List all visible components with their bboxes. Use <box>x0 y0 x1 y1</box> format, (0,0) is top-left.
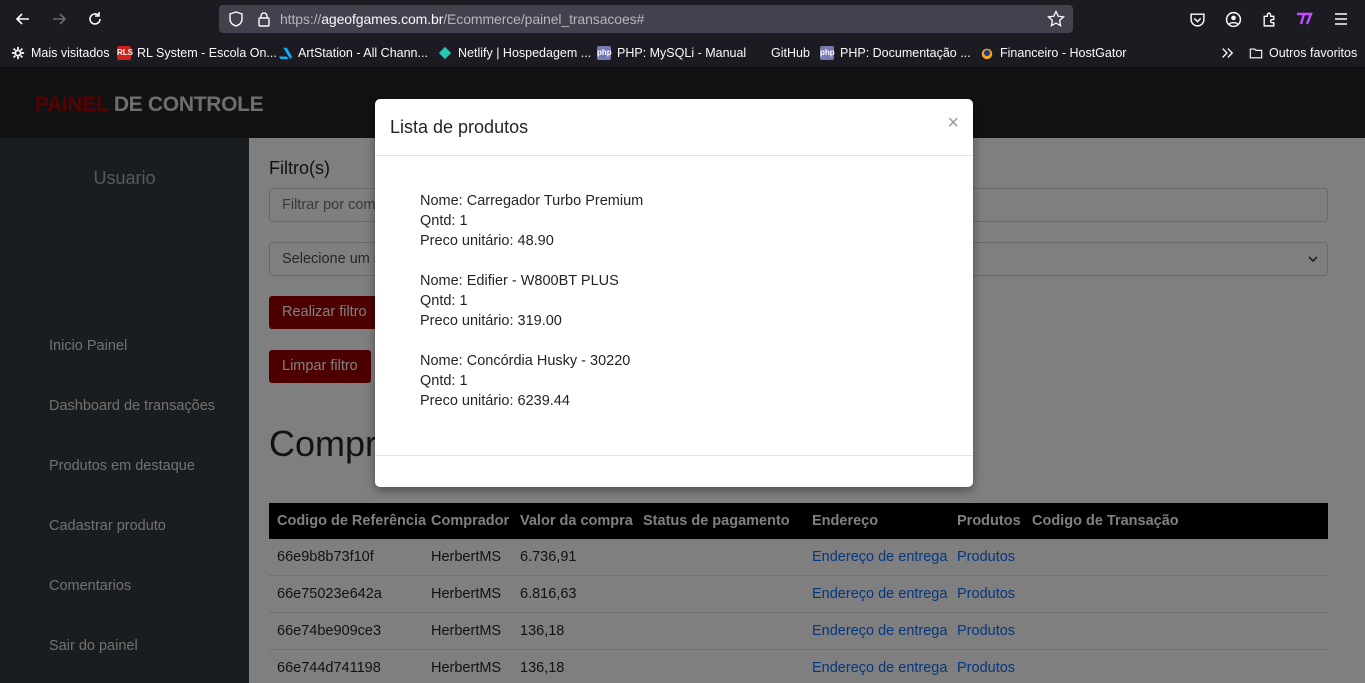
modal-footer <box>375 455 973 487</box>
product-name: Nome: Concórdia Husky - 30220 <box>420 353 631 369</box>
bookmark-artstation[interactable]: ArtStation - All Chann... <box>278 45 428 61</box>
modal-title: Lista de produtos <box>390 117 529 137</box>
php-icon: php <box>597 46 612 60</box>
forward-button[interactable] <box>46 7 72 31</box>
product-item: Nome: Concórdia Husky - 30220 Qntd: 1 Pr… <box>420 351 940 411</box>
bookmark-php-docs[interactable]: php PHP: Documentação ... <box>820 45 971 61</box>
product-item: Nome: Edifier - W800BT PLUS Qntd: 1 Prec… <box>420 271 940 331</box>
double-chevron-right-icon <box>1222 48 1234 58</box>
bookmark-label: Financeiro - HostGator <box>1000 46 1127 60</box>
pocket-button[interactable] <box>1184 7 1210 31</box>
account-button[interactable] <box>1220 7 1246 31</box>
product-name: Nome: Carregador Turbo Premium <box>420 193 644 209</box>
product-item: Nome: Carregador Turbo Premium Qntd: 1 P… <box>420 191 940 251</box>
bookmark-hostgator[interactable]: Financeiro - HostGator <box>980 45 1126 61</box>
account-icon <box>1225 11 1241 27</box>
gear-icon <box>11 46 25 60</box>
url-prefix: https:// <box>280 11 322 27</box>
url-path: /Ecommerce/painel_transacoes# <box>443 11 645 27</box>
shield-icon[interactable] <box>228 11 244 27</box>
bookmark-label: Mais visitados <box>31 46 110 60</box>
extension-logo-icon <box>1297 12 1313 25</box>
product-price: Preco unitário: 319.00 <box>420 313 562 329</box>
bookmarks-bar: Mais visitados RLS RL System - Escola On… <box>0 38 1365 68</box>
lock-icon[interactable] <box>256 11 272 27</box>
products-modal: Lista de produtos × Nome: Carregador Tur… <box>375 99 973 487</box>
product-price: Preco unitário: 48.90 <box>420 233 554 249</box>
bookmark-label: GitHub <box>771 46 810 60</box>
bookmark-other-folder[interactable]: Outros favoritos <box>1249 45 1357 61</box>
url-bar[interactable]: https://ageofgames.com.br/Ecommerce/pain… <box>219 5 1073 33</box>
reload-icon <box>89 12 101 25</box>
star-icon[interactable] <box>1047 10 1065 28</box>
reload-button[interactable] <box>82 7 108 31</box>
url-text[interactable]: https://ageofgames.com.br/Ecommerce/pain… <box>280 11 644 27</box>
bookmark-label: PHP: Documentação ... <box>840 46 971 60</box>
arrow-right-icon <box>53 13 67 25</box>
hamburger-menu-icon <box>1335 13 1347 25</box>
php-icon: php <box>820 46 835 60</box>
modal-header: Lista de produtos × <box>375 99 973 156</box>
bookmark-label: Outros favoritos <box>1269 46 1358 60</box>
github-icon <box>751 46 765 60</box>
arrow-left-icon <box>15 13 29 25</box>
hostgator-icon <box>981 48 993 60</box>
product-qty: Qntd: 1 <box>420 213 468 229</box>
folder-icon <box>1249 48 1263 59</box>
bookmark-label: ArtStation - All Chann... <box>298 46 428 60</box>
bookmark-label: PHP: MySQLi - Manual <box>617 46 747 60</box>
pocket-icon <box>1189 12 1205 27</box>
bookmark-netlify[interactable]: Netlify | Hospedagem ... <box>438 45 591 61</box>
menu-button[interactable] <box>1328 7 1354 31</box>
product-price: Preco unitário: 6239.44 <box>420 393 570 409</box>
close-icon[interactable]: × <box>947 113 959 133</box>
modal-body: Nome: Carregador Turbo Premium Qntd: 1 P… <box>420 191 940 431</box>
product-qty: Qntd: 1 <box>420 373 468 389</box>
puzzle-icon <box>1262 12 1274 27</box>
bookmark-label: Netlify | Hospedagem ... <box>458 46 592 60</box>
bookmark-most-visited[interactable]: Mais visitados <box>11 45 110 61</box>
product-name: Nome: Edifier - W800BT PLUS <box>420 273 619 289</box>
back-button[interactable] <box>10 7 36 31</box>
netlify-icon <box>438 46 452 60</box>
browser-toolbar: https://ageofgames.com.br/Ecommerce/pain… <box>0 0 1365 38</box>
bookmark-label: RL System - Escola On... <box>137 46 277 60</box>
artstation-icon <box>278 47 292 60</box>
url-host: ageofgames.com.br <box>321 11 444 27</box>
rls-icon: RLS <box>117 46 133 60</box>
extension-button[interactable] <box>1292 7 1318 31</box>
bookmark-github[interactable]: GitHub <box>751 45 810 61</box>
bookmark-php-mysqli[interactable]: php PHP: MySQLi - Manual <box>597 45 746 61</box>
bookmarks-overflow[interactable] <box>1220 45 1234 61</box>
bookmark-rl-system[interactable]: RLS RL System - Escola On... <box>117 45 277 61</box>
product-qty: Qntd: 1 <box>420 293 468 309</box>
extensions-button[interactable] <box>1256 7 1282 31</box>
